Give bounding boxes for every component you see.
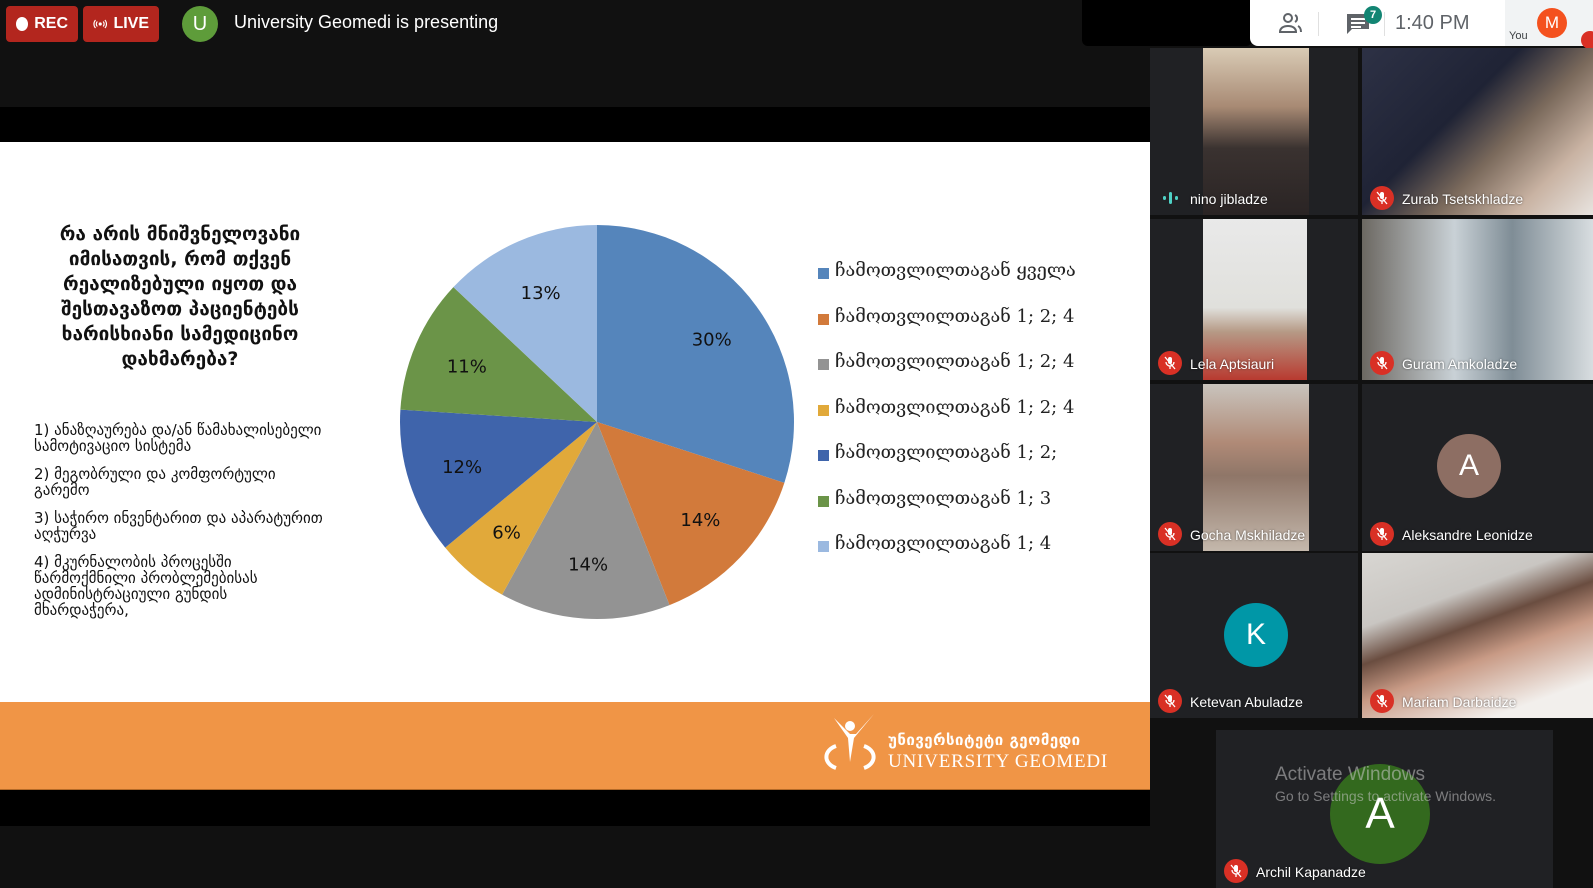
legend-item: ჩამოთვლილთაგან 1; 3 bbox=[818, 488, 1076, 534]
legend-item: ჩამოთვლილთაგან 1; 2; 4 bbox=[818, 351, 1076, 397]
participant-tile[interactable]: K Ketevan Abuladze bbox=[1150, 553, 1358, 718]
logo-text-georgian: უნივერსიტეტი გეომედი bbox=[888, 731, 1081, 749]
participant-name: Zurab Tsetskhladze bbox=[1402, 191, 1524, 207]
legend-label: ჩამოთვლილთაგან 1; 2; 4 bbox=[835, 396, 1075, 418]
pie-data-label: 30% bbox=[692, 330, 732, 351]
mic-off-icon bbox=[1158, 351, 1182, 375]
participant-tile[interactable]: A Aleksandre Leonidze bbox=[1362, 384, 1593, 551]
people-icon[interactable] bbox=[1278, 12, 1304, 34]
legend-label: ჩამოთვლილთაგან 1; 3 bbox=[835, 487, 1052, 509]
live-badge[interactable]: LIVE bbox=[83, 6, 159, 42]
mic-off-icon bbox=[1581, 31, 1593, 49]
legend-swatch bbox=[818, 313, 829, 325]
legend-label: ჩამოთვლილთაგან 1; 2; 4 bbox=[835, 351, 1075, 372]
legend-swatch bbox=[818, 359, 829, 370]
participant-tile[interactable]: Gocha Mskhiladze bbox=[1150, 384, 1358, 551]
pie-data-label: 12% bbox=[442, 457, 482, 478]
option-item: 3) საჭირო ინვენტარით და აპარატურით აღჭურ… bbox=[34, 509, 323, 543]
legend-label: ჩამოთვლილთაგან 1; 2; bbox=[835, 442, 1058, 463]
participant-avatar: K bbox=[1224, 603, 1288, 667]
legend-item: ჩამოთვლილთაგან ყველა bbox=[818, 260, 1076, 306]
legend-item: ჩამოთვლილთაგან 1; 2; bbox=[818, 442, 1076, 488]
meet-window: REC LIVE U University Geomedi is present… bbox=[0, 0, 1593, 888]
participant-name: Aleksandre Leonidze bbox=[1402, 527, 1533, 543]
pie-data-label: 13% bbox=[521, 283, 561, 304]
legend-label: ჩამოთვლილთაგან ყველა bbox=[835, 260, 1076, 281]
participant-avatar: A bbox=[1437, 434, 1501, 498]
geomedi-logo-icon bbox=[824, 714, 876, 770]
participant-name: Gocha Mskhiladze bbox=[1190, 527, 1306, 543]
mic-off-icon bbox=[1158, 522, 1182, 546]
recording-badge[interactable]: REC bbox=[6, 6, 78, 42]
legend-swatch bbox=[818, 268, 829, 279]
participant-name: Ketevan Abuladze bbox=[1190, 694, 1303, 710]
activate-windows-subtitle: Go to Settings to activate Windows. bbox=[1275, 788, 1496, 804]
participant-name: Archil Kapanadze bbox=[1256, 864, 1366, 880]
divider bbox=[1318, 12, 1319, 36]
video-feed bbox=[1362, 48, 1593, 215]
slide-letterbox-top bbox=[0, 107, 1150, 142]
slide-question: რა არის მნიშვნელოვანი იმისათვის, რომ თქვ… bbox=[59, 223, 301, 370]
legend-item: ჩამოთვლილთაგან 1; 2; 4 bbox=[818, 306, 1076, 352]
you-label: You bbox=[1509, 30, 1528, 42]
option-item: 2) მეგობრული და კომფორტული გარემო bbox=[34, 465, 276, 499]
mic-off-icon bbox=[1370, 186, 1394, 210]
participant-tile[interactable]: Zurab Tsetskhladze bbox=[1362, 48, 1593, 215]
mic-off-icon bbox=[1224, 859, 1248, 883]
participant-name: Guram Amkoladze bbox=[1402, 356, 1518, 372]
top-bar: REC LIVE U University Geomedi is present… bbox=[0, 0, 1150, 48]
option-item: 4) მკურნალობის პროცესში წარმოქმნილი პრობ… bbox=[34, 553, 258, 619]
participant-name: nino jibladze bbox=[1190, 191, 1268, 207]
pie-data-label: 14% bbox=[680, 510, 720, 531]
participant-tile[interactable]: nino jibladze bbox=[1150, 48, 1358, 215]
mic-off-icon bbox=[1370, 522, 1394, 546]
chat-count-badge: 7 bbox=[1364, 6, 1382, 24]
participant-tile[interactable]: Mariam Darbaidze bbox=[1362, 553, 1593, 718]
legend-item: ჩამოთვლილთაგან 1; 2; 4 bbox=[818, 397, 1076, 443]
participant-tile[interactable]: Lela Aptsiauri bbox=[1150, 219, 1358, 380]
option-item: 1) ანაზღაურება და/ან წამახალისებელი სამო… bbox=[34, 421, 322, 455]
presenter-avatar: U bbox=[182, 6, 218, 42]
legend-item: ჩამოთვლილთაგან 1; 4 bbox=[818, 533, 1076, 579]
participant-name: Mariam Darbaidze bbox=[1402, 694, 1517, 710]
participant-name: Lela Aptsiauri bbox=[1190, 356, 1275, 372]
legend-label: ჩამოთვლილთაგან 1; 4 bbox=[835, 533, 1052, 554]
rec-label: REC bbox=[34, 15, 68, 32]
slide-options: 1) ანაზღაურება და/ან წამახალისებელი სამო… bbox=[34, 422, 324, 630]
legend-swatch bbox=[818, 404, 829, 416]
clock: 1:40 PM bbox=[1395, 12, 1470, 34]
speaking-indicator-icon bbox=[1163, 192, 1178, 204]
video-feed bbox=[1203, 384, 1309, 551]
chart-legend: ჩამოთვლილთაგან ყველა ჩამოთვლილთაგან 1; 2;… bbox=[818, 260, 1076, 579]
legend-swatch bbox=[818, 495, 829, 507]
activate-windows-title: Activate Windows bbox=[1275, 764, 1425, 785]
slide-letterbox-bottom bbox=[0, 790, 1150, 826]
mic-off-icon bbox=[1370, 689, 1394, 713]
self-avatar: M bbox=[1537, 8, 1567, 38]
live-label: LIVE bbox=[113, 15, 149, 32]
pie-data-label: 11% bbox=[447, 357, 487, 378]
participant-tile[interactable]: A Archil Kapanadze bbox=[1216, 730, 1553, 888]
legend-swatch bbox=[818, 450, 829, 461]
mic-off-icon bbox=[1370, 351, 1394, 375]
record-dot-icon bbox=[16, 17, 29, 31]
self-view-frame bbox=[1082, 0, 1252, 46]
pie-data-label: 14% bbox=[568, 555, 608, 576]
divider bbox=[1384, 12, 1385, 36]
pie-data-label: 6% bbox=[492, 522, 521, 543]
legend-swatch bbox=[818, 541, 829, 552]
presenter-status: University Geomedi is presenting bbox=[234, 12, 499, 32]
mic-off-icon bbox=[1158, 689, 1182, 713]
video-feed bbox=[1203, 48, 1309, 215]
participant-tile[interactable]: Guram Amkoladze bbox=[1362, 219, 1593, 380]
presentation-slide: რა არის მნიშვნელოვანი იმისათვის, რომ თქვ… bbox=[0, 142, 1150, 702]
broadcast-icon bbox=[93, 19, 108, 29]
logo-text-english: UNIVERSITY GEOMEDI bbox=[888, 751, 1109, 772]
legend-label: ჩამოთვლილთაგან 1; 2; 4 bbox=[835, 305, 1075, 327]
pie-chart: 30% 14% 14% 6% 12% 11% 13% bbox=[400, 225, 794, 619]
